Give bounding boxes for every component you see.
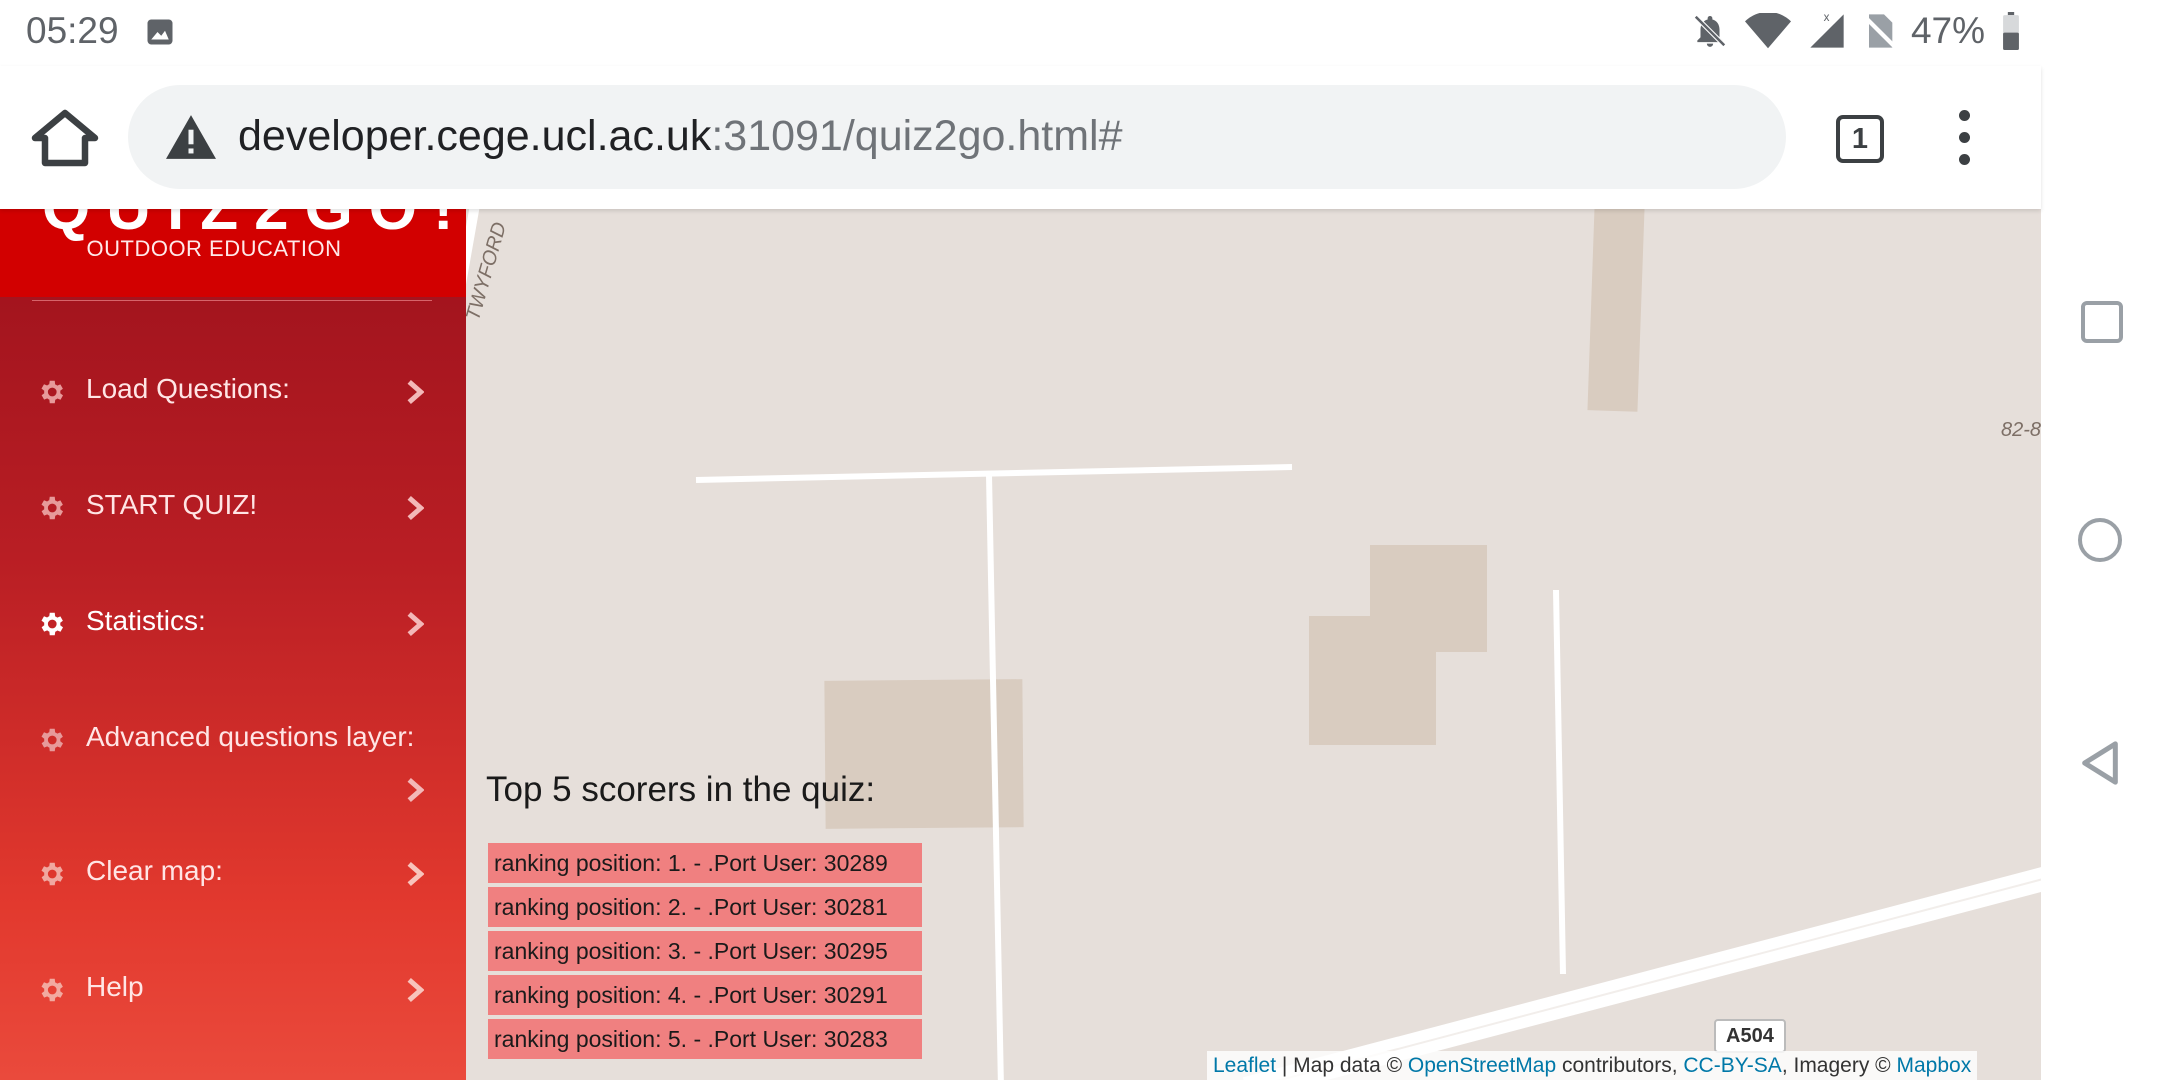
sidebar-item-start-quiz[interactable]: START QUIZ! xyxy=(0,469,466,549)
divider xyxy=(32,300,432,301)
chevron-right-icon xyxy=(407,495,424,521)
score-row: ranking position: 4. - .Port User: 30291 xyxy=(488,975,922,1015)
sidebar: QUIZ2GO! OUTDOOR EDUCATION Load Question… xyxy=(0,209,466,1080)
attribution-text: | Map data © xyxy=(1276,1054,1408,1077)
gear-icon xyxy=(41,978,64,1002)
url-text[interactable]: developer.cege.ucl.ac.uk:31091/quiz2go.h… xyxy=(238,112,1123,161)
status-time: 05:29 xyxy=(26,10,119,51)
brand-subtitle: OUTDOOR EDUCATION xyxy=(86,236,342,261)
sidebar-item-advanced-questions-layer[interactable]: Advanced questions layer: xyxy=(0,701,466,831)
recent-apps-icon[interactable] xyxy=(2081,301,2123,343)
chevron-right-icon xyxy=(407,379,424,405)
tab-switcher-button[interactable]: 1 xyxy=(1836,115,1884,163)
openstreetmap-link[interactable]: OpenStreetMap xyxy=(1408,1054,1556,1077)
sidebar-item-label: Help xyxy=(86,971,144,1002)
gear-icon xyxy=(41,496,64,520)
sidebar-item-label: START QUIZ! xyxy=(86,489,258,520)
chevron-right-icon xyxy=(407,777,424,803)
chevron-right-icon xyxy=(407,977,424,1003)
signal-icon: x xyxy=(1810,11,1844,48)
gear-icon xyxy=(41,612,64,636)
attribution-text: , Imagery © xyxy=(1781,1054,1897,1077)
sidebar-item-clear-map[interactable]: Clear map: xyxy=(0,835,466,915)
sidebar-item-label: Load Questions: xyxy=(86,373,290,404)
score-row: ranking position: 1. - .Port User: 30289 xyxy=(488,843,922,883)
notifications-off-icon xyxy=(1694,15,1726,47)
address-bar[interactable]: developer.cege.ucl.ac.uk:31091/quiz2go.h… xyxy=(128,85,1786,189)
gear-icon xyxy=(41,380,64,404)
more-menu-icon[interactable] xyxy=(1952,110,1976,170)
browser-toolbar: developer.cege.ucl.ac.uk:31091/quiz2go.h… xyxy=(0,66,2041,209)
brand-header: QUIZ2GO! OUTDOOR EDUCATION xyxy=(0,209,466,297)
status-bar: 05:29 x 47% xyxy=(0,0,2041,66)
scorers-title: Top 5 scorers in the quiz: xyxy=(486,770,876,809)
leaflet-link[interactable]: Leaflet xyxy=(1213,1054,1276,1077)
building xyxy=(1309,545,1487,745)
sidebar-item-label: Advanced questions layer: xyxy=(86,721,415,752)
android-nav-bar xyxy=(2041,0,2160,1080)
sidebar-item-statistics[interactable]: Statistics: xyxy=(0,585,466,665)
home-circle-icon[interactable] xyxy=(2078,518,2122,562)
chevron-right-icon xyxy=(407,611,424,637)
score-row: ranking position: 2. - .Port User: 30281 xyxy=(488,887,922,927)
attribution-text: contributors, xyxy=(1556,1054,1684,1077)
license-link[interactable]: CC-BY-SA xyxy=(1683,1054,1781,1077)
image-icon xyxy=(147,19,173,45)
sidebar-item-label: Clear map: xyxy=(86,855,223,886)
chevron-right-icon xyxy=(407,861,424,887)
map-attribution: Leaflet | Map data © OpenStreetMap contr… xyxy=(1207,1051,1978,1080)
tab-count: 1 xyxy=(1836,115,1884,163)
gear-icon xyxy=(41,728,64,752)
wifi-icon xyxy=(1744,13,1791,49)
sidebar-item-help[interactable]: Help xyxy=(0,951,466,1031)
gear-icon xyxy=(41,862,64,886)
score-row: ranking position: 5. - .Port User: 30283 xyxy=(488,1019,922,1059)
svg-text:x: x xyxy=(1824,11,1830,24)
battery-icon xyxy=(2003,12,2019,50)
sidebar-item-load-questions[interactable]: Load Questions: xyxy=(0,353,466,433)
home-icon[interactable] xyxy=(30,108,100,168)
url-path: :31091/quiz2go.html# xyxy=(711,112,1123,160)
building xyxy=(1587,209,1645,412)
warning-icon[interactable] xyxy=(166,115,216,159)
web-page: TWYFORD 82-8 QUIZ2GO! OUTDOOR EDUCATION … xyxy=(0,209,2041,1080)
mapbox-link[interactable]: Mapbox xyxy=(1896,1054,1971,1077)
battery-percentage: 47% xyxy=(1910,10,1985,51)
url-host: developer.cege.ucl.ac.uk xyxy=(238,112,712,160)
road-shield: A504 xyxy=(1714,1019,1786,1053)
score-row: ranking position: 3. - .Port User: 30295 xyxy=(488,931,922,971)
house-number-label: 82-8 xyxy=(2001,419,2041,441)
back-icon[interactable] xyxy=(2078,740,2122,786)
status-icons: x 47% xyxy=(1691,10,2021,52)
no-sim-icon xyxy=(1862,14,1895,48)
sidebar-item-label: Statistics: xyxy=(86,605,206,636)
